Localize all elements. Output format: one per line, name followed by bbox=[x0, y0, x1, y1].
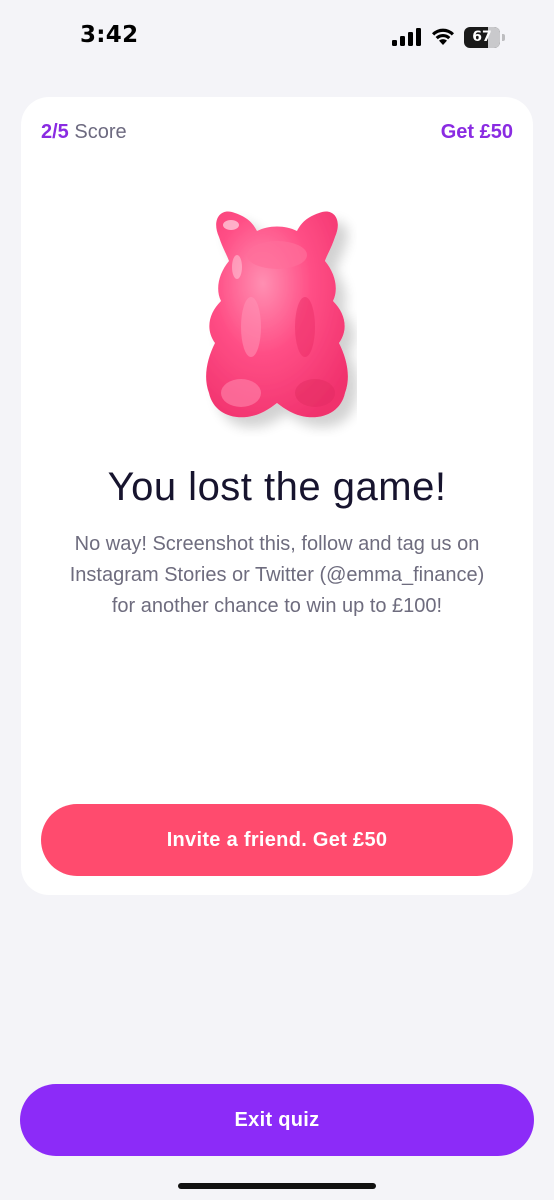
status-time: 3:42 bbox=[80, 22, 139, 48]
battery-indicator: 67 bbox=[464, 27, 506, 48]
score-value: 2/5 bbox=[41, 121, 69, 143]
score-label: Score bbox=[74, 121, 127, 143]
home-indicator[interactable] bbox=[178, 1183, 376, 1189]
result-title: You lost the game! bbox=[107, 465, 447, 509]
invite-friend-button[interactable]: Invite a friend. Get £50 bbox=[41, 804, 513, 876]
status-bar: 3:42 67 bbox=[0, 0, 554, 80]
result-message: No way! Screenshot this, follow and tag … bbox=[69, 533, 485, 617]
cellular-signal-icon bbox=[392, 28, 421, 46]
battery-body: 67 bbox=[464, 27, 500, 48]
wifi-icon bbox=[432, 28, 454, 45]
gummy-bear-image bbox=[206, 211, 348, 418]
score: 2/5 Score bbox=[41, 121, 127, 144]
result-card: 2/5 Score Get £50 You lost the game! No … bbox=[21, 97, 533, 895]
get-reward-link[interactable]: Get £50 bbox=[441, 121, 513, 144]
battery-percent: 67 bbox=[472, 29, 492, 45]
exit-quiz-button[interactable]: Exit quiz bbox=[20, 1084, 534, 1156]
battery-cap bbox=[502, 34, 505, 41]
